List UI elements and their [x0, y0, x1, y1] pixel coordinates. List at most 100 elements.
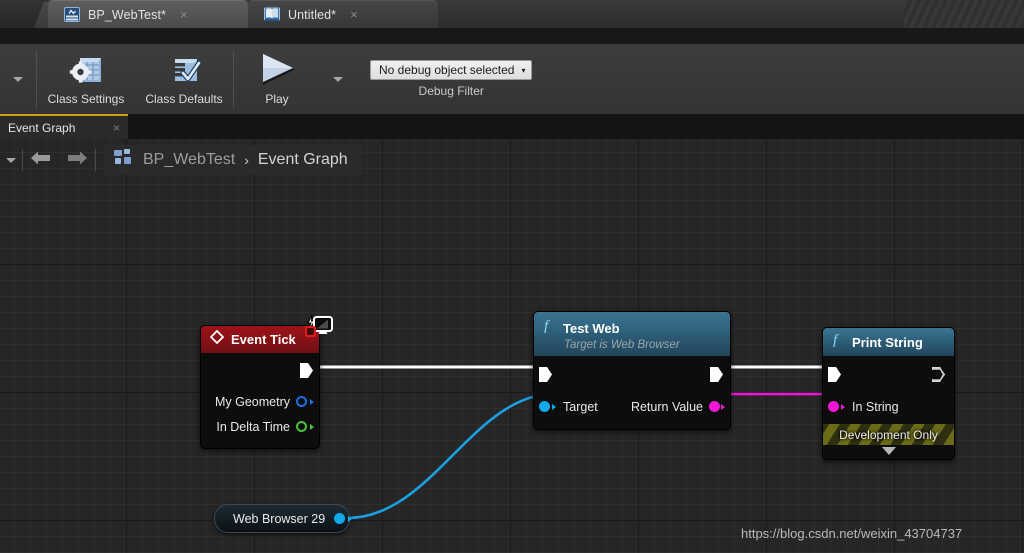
pin-row-exec[interactable] [823, 362, 954, 387]
chevron-down-icon [13, 76, 23, 82]
return-value-pin[interactable] [709, 401, 720, 412]
pin-arrow-icon [721, 403, 725, 410]
function-f-icon: f [832, 332, 845, 352]
node-event-tick[interactable]: Event Tick My Geometry In Delta Time [200, 325, 320, 449]
arrow-right-icon [65, 148, 89, 173]
node-body: In String Development Only [823, 356, 954, 459]
event-graph-canvas[interactable]: BP_WebTest › Event Graph Event Tick My G… [0, 139, 1024, 553]
chevron-down-icon: ▾ [521, 65, 526, 75]
book-icon [264, 7, 280, 22]
wire-data-webbrowser-to-target [346, 392, 549, 520]
pin-row-target-return[interactable]: Target Return Value [534, 394, 730, 419]
node-web-browser-29[interactable]: Web Browser 29 [214, 504, 353, 533]
pin-row-exec-out[interactable] [201, 358, 319, 383]
pin-arrow-icon [552, 403, 556, 410]
node-title: Event Tick [231, 332, 296, 347]
pin-row-exec[interactable] [534, 362, 730, 387]
in-string-pin[interactable] [828, 401, 839, 412]
chevron-down-icon [6, 157, 16, 163]
graph-tab-event-graph[interactable]: Event Graph × [0, 114, 128, 139]
class-settings-button[interactable]: Class Settings [37, 44, 135, 114]
blueprint-editor-window: BP_WebTest* × Untitled* × Class Settings… [0, 0, 1024, 553]
breadcrumb-separator: › [244, 152, 249, 168]
toolbar-separator-strip [0, 28, 1024, 44]
pin-row-in-delta-time[interactable]: In Delta Time [201, 414, 319, 439]
device-lightning-icon [304, 314, 333, 338]
chevron-down-icon [333, 76, 343, 82]
tab-untitled[interactable]: Untitled* × [248, 0, 438, 28]
class-defaults-button[interactable]: Class Defaults [135, 44, 233, 114]
node-title: Print String [852, 334, 923, 350]
tab-bar-filler [904, 0, 1024, 28]
development-only-banner: Development Only [823, 424, 954, 445]
svg-text:f: f [544, 319, 550, 334]
breadcrumb-overflow-button[interactable] [0, 157, 22, 163]
tab-bp-webtest[interactable]: BP_WebTest* × [48, 0, 248, 28]
blueprint-grid-icon [114, 149, 134, 171]
pin-label: Return Value [630, 399, 703, 414]
pin-label: In String [852, 399, 899, 414]
node-header[interactable]: Event Tick [201, 326, 319, 353]
expand-advanced-button[interactable] [823, 445, 954, 459]
tab-label: BP_WebTest* [88, 7, 166, 22]
breadcrumb-divider-2 [95, 149, 96, 171]
node-subtitle: Target is Web Browser [564, 339, 680, 351]
watermark-text: https://blog.csdn.net/weixin_43704737 [741, 526, 963, 541]
node-body: Target Return Value [534, 356, 730, 429]
pin-arrow-icon [310, 398, 314, 405]
svg-text:f: f [833, 333, 839, 348]
exec-in-pin[interactable] [828, 367, 841, 382]
nav-back-button[interactable] [23, 148, 59, 173]
nav-forward-button[interactable] [59, 148, 95, 173]
my-geometry-pin[interactable] [296, 396, 307, 407]
close-icon[interactable]: × [180, 8, 188, 21]
exec-out-pin[interactable] [710, 367, 723, 382]
node-header[interactable]: f Print String [823, 328, 954, 356]
close-icon[interactable]: × [113, 121, 120, 135]
breadcrumb-path[interactable]: BP_WebTest › Event Graph [104, 145, 362, 175]
web-browser-output-pin[interactable] [334, 513, 346, 524]
pin-arrow-icon [841, 403, 845, 410]
breadcrumb: BP_WebTest › Event Graph [0, 139, 1024, 181]
breadcrumb-root[interactable]: BP_WebTest [143, 151, 235, 169]
target-pin[interactable] [539, 401, 550, 412]
debug-object-value: No debug object selected [379, 63, 515, 77]
in-delta-time-pin[interactable] [296, 421, 307, 432]
tab-bar-lead [0, 0, 48, 28]
exec-out-pin[interactable] [932, 367, 945, 382]
node-header[interactable]: f Test Web Target is Web Browser [534, 312, 730, 356]
tab-bar: BP_WebTest* × Untitled* × [0, 0, 1024, 28]
function-f-icon: f [543, 318, 556, 338]
debug-object-select[interactable]: No debug object selected ▾ [370, 60, 533, 80]
toolbar-overflow-button[interactable] [0, 44, 36, 114]
exec-out-pin[interactable] [300, 363, 313, 378]
development-only-label: Development Only [839, 427, 938, 442]
event-diamond-icon [209, 329, 225, 349]
graph-tab-strip: Event Graph × [0, 114, 1024, 139]
close-icon[interactable]: × [350, 8, 358, 21]
chevron-down-icon [881, 447, 896, 455]
graph-tab-label: Event Graph [8, 120, 76, 135]
play-modes-dropdown[interactable] [320, 44, 356, 114]
play-label: Play [265, 91, 289, 106]
main-toolbar: Class Settings Class Defaults Play No de… [0, 44, 1024, 114]
breadcrumb-leaf[interactable]: Event Graph [258, 151, 348, 169]
node-test-web[interactable]: f Test Web Target is Web Browser Target … [533, 311, 731, 430]
node-print-string[interactable]: f Print String In String Development Onl… [822, 327, 955, 460]
pin-label: My Geometry [214, 394, 290, 409]
pin-row-in-string[interactable]: In String [823, 394, 954, 419]
class-defaults-label: Class Defaults [145, 91, 223, 106]
debug-filter-group: No debug object selected ▾ Debug Filter [356, 44, 546, 114]
node-body: My Geometry In Delta Time [201, 353, 319, 448]
pin-label: In Delta Time [216, 419, 290, 434]
node-title: Test Web [563, 320, 620, 336]
play-button[interactable]: Play [234, 44, 320, 114]
blueprint-icon [64, 7, 80, 22]
exec-in-pin[interactable] [539, 367, 552, 382]
pin-label: Target [563, 399, 598, 414]
variable-label: Web Browser 29 [233, 511, 326, 526]
tab-label: Untitled* [288, 7, 337, 22]
pin-arrow-icon [348, 515, 353, 522]
pin-row-my-geometry[interactable]: My Geometry [201, 389, 319, 414]
pin-arrow-icon [310, 423, 314, 430]
